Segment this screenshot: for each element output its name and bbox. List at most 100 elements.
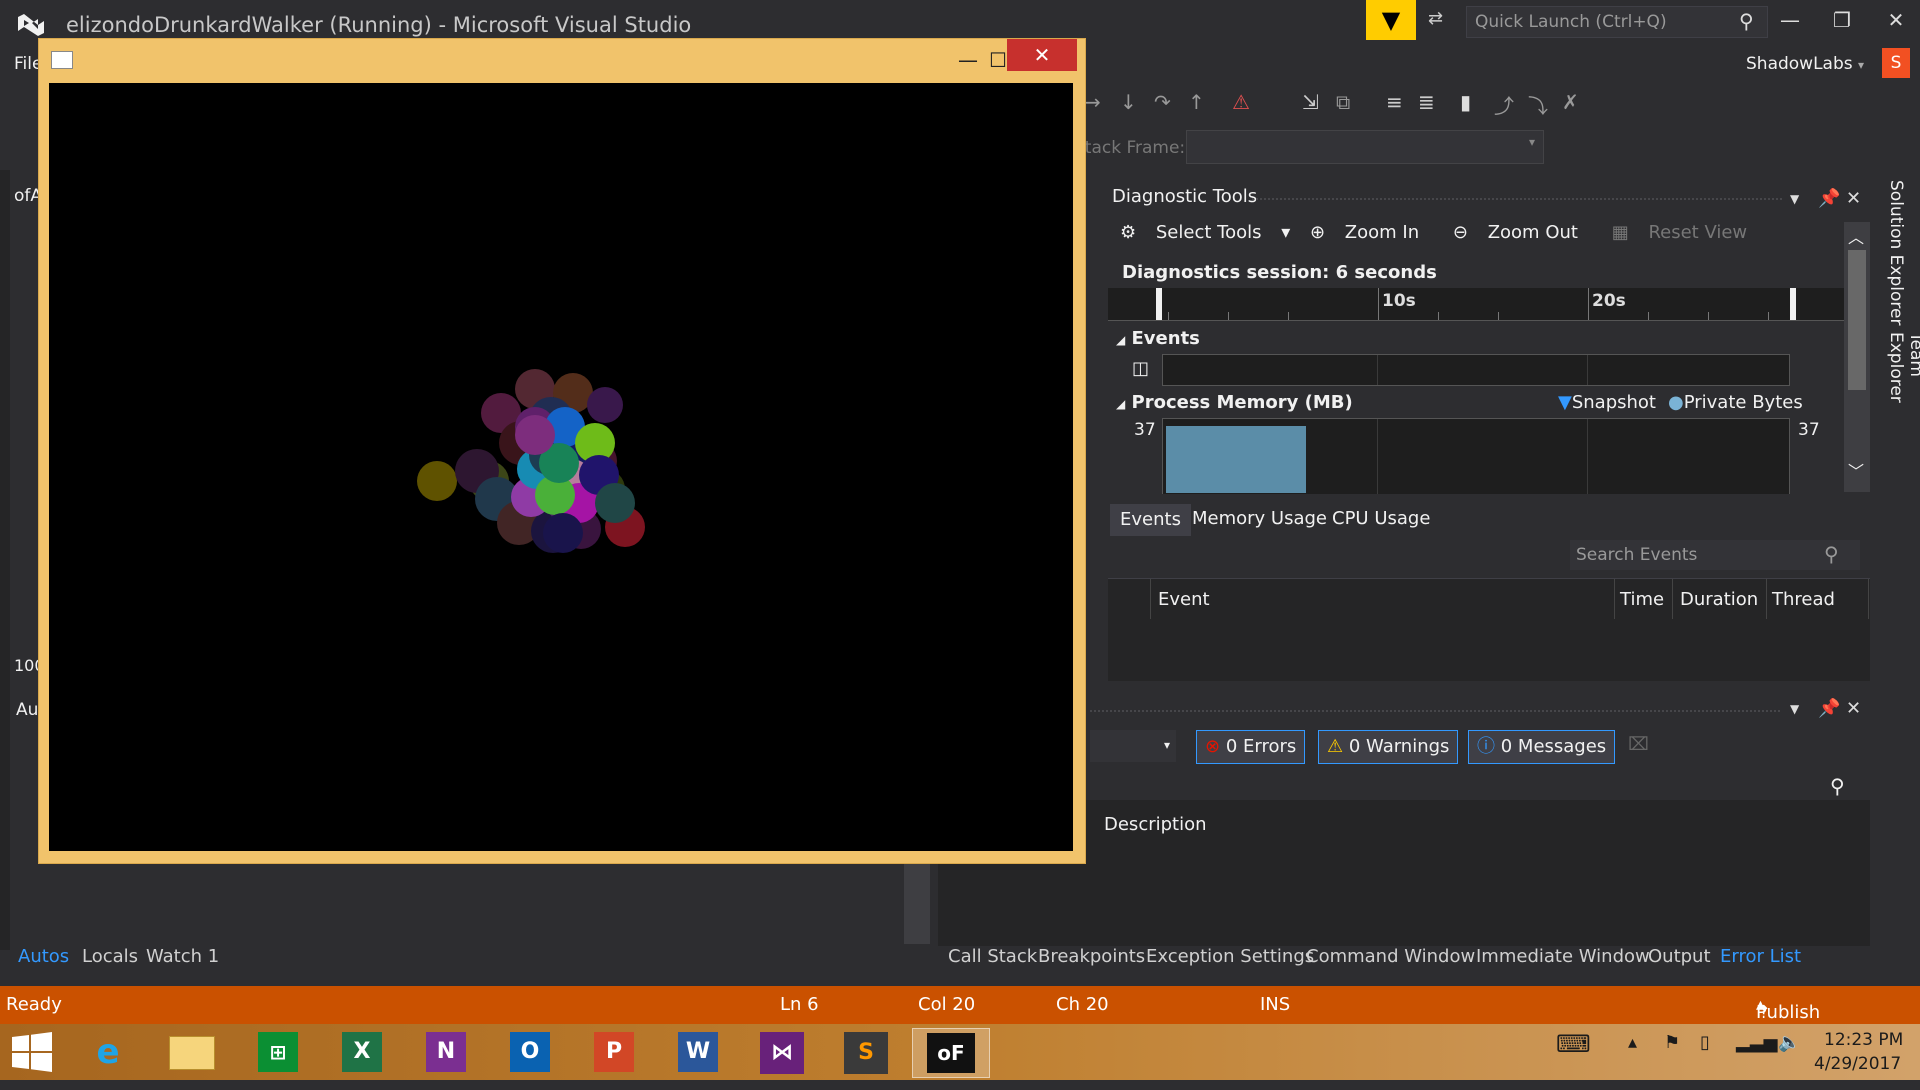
errors-filter-button[interactable]: ⊗ 0 Errors: [1196, 730, 1306, 764]
scroll-up-icon[interactable]: ︿: [1848, 224, 1864, 248]
select-tools-button[interactable]: ⚙ Select Tools ▾: [1120, 222, 1290, 243]
right-bottom-tabs: Call Stack Breakpoints Exception Setting…: [948, 946, 1848, 980]
show-thread-icon[interactable]: ⇲: [1302, 90, 1319, 114]
visual-studio-taskbar-icon[interactable]: ⋈: [750, 1028, 814, 1076]
events-track[interactable]: [1162, 354, 1790, 386]
autos-scrollbar[interactable]: [904, 862, 930, 944]
tab-immediate-window[interactable]: Immediate Window: [1476, 946, 1650, 967]
timeline-ruler[interactable]: 10s 20s: [1108, 288, 1844, 321]
power-icon[interactable]: ▯: [1700, 1032, 1710, 1053]
outdent-icon[interactable]: ≣: [1418, 90, 1435, 114]
step-into-icon[interactable]: ↓: [1120, 90, 1137, 114]
store-icon[interactable]: ⊞: [246, 1028, 310, 1076]
panel-dropdown-icon[interactable]: ▼: [1790, 702, 1799, 716]
column-time[interactable]: Time: [1620, 589, 1664, 610]
tab-watch-1[interactable]: Watch 1: [146, 946, 219, 967]
tab-locals[interactable]: Locals: [82, 946, 138, 967]
bookmark-icon[interactable]: ▮: [1460, 90, 1471, 114]
tab-memory-usage[interactable]: Memory Usage: [1192, 508, 1327, 529]
search-icon[interactable]: ⚲: [1830, 774, 1845, 798]
outlook-icon[interactable]: O: [498, 1028, 562, 1076]
pin-icon[interactable]: 📌: [1818, 698, 1840, 719]
diagnostic-scrollbar[interactable]: ︿ ﹀: [1844, 222, 1870, 492]
feedback-filter-icon[interactable]: ▼: [1366, 0, 1416, 40]
column-duration[interactable]: Duration: [1680, 589, 1758, 610]
messages-filter-button[interactable]: ⓘ 0 Messages: [1468, 730, 1616, 764]
quick-launch-input[interactable]: Quick Launch (Ctrl+Q) ⚲: [1466, 6, 1768, 38]
zoom-out-button[interactable]: ⊖ Zoom Out: [1453, 222, 1592, 243]
panel-close-icon[interactable]: ✕: [1846, 698, 1861, 719]
clear-filter-icon[interactable]: ⌧: [1628, 734, 1649, 755]
tab-output[interactable]: Output: [1648, 946, 1711, 967]
zoom-in-button[interactable]: ⊕ Zoom In: [1310, 222, 1433, 243]
column-event[interactable]: Event: [1158, 589, 1210, 610]
tab-team-explorer[interactable]: Team Explorer: [1886, 332, 1920, 450]
close-button[interactable]: ✕: [1876, 8, 1916, 34]
excel-icon[interactable]: X: [330, 1028, 394, 1076]
keyboard-icon[interactable]: ⌨: [1556, 1030, 1591, 1058]
clear-bookmarks-icon[interactable]: ✗: [1562, 90, 1579, 114]
pin-icon[interactable]: 📌: [1818, 188, 1840, 209]
pause-icon[interactable]: ◫: [1132, 358, 1149, 379]
step-icon[interactable]: →: [1084, 90, 1101, 114]
network-icon[interactable]: ▂▃▅: [1736, 1032, 1778, 1053]
user-name[interactable]: ShadowLabs ▾: [1746, 54, 1864, 74]
panel-grip: [1090, 710, 1780, 712]
scope-dropdown[interactable]: ▾: [1090, 730, 1176, 762]
scroll-down-icon[interactable]: ﹀: [1848, 458, 1864, 482]
tab-call-stack[interactable]: Call Stack: [948, 946, 1037, 967]
powerpoint-icon[interactable]: P: [582, 1028, 646, 1076]
connect-icon[interactable]: ⇄: [1428, 8, 1454, 32]
app-window-icon[interactable]: [51, 51, 73, 69]
internet-explorer-icon[interactable]: e: [76, 1028, 140, 1076]
reset-view-button[interactable]: ▦ Reset View: [1612, 222, 1761, 243]
exception-icon[interactable]: ⚠: [1232, 90, 1250, 114]
file-explorer-icon[interactable]: [160, 1028, 224, 1076]
timeline-end-handle[interactable]: [1790, 288, 1796, 320]
avatar[interactable]: S: [1882, 48, 1910, 78]
scroll-thumb[interactable]: [1848, 250, 1866, 390]
memory-section-header[interactable]: ◢ Process Memory (MB): [1116, 392, 1353, 413]
app-close-button[interactable]: ✕: [1007, 39, 1077, 71]
events-section-header[interactable]: ◢ Events: [1116, 328, 1200, 349]
stack-icon[interactable]: ⧉: [1336, 90, 1350, 114]
next-bookmark-icon[interactable]: ⤵: [1528, 90, 1548, 119]
memory-axis-right: 37: [1798, 420, 1820, 440]
tab-cpu-usage[interactable]: CPU Usage: [1332, 508, 1430, 529]
panel-close-icon[interactable]: ✕: [1846, 188, 1861, 209]
tab-solution-explorer[interactable]: Solution Explorer: [1886, 180, 1906, 325]
app-window-titlebar[interactable]: — ☐ ✕: [39, 39, 1085, 83]
minimize-button[interactable]: —: [1770, 8, 1810, 34]
tab-command-window[interactable]: Command Window: [1306, 946, 1475, 967]
tab-exception-settings[interactable]: Exception Settings: [1146, 946, 1314, 967]
windows-start-icon[interactable]: [0, 1028, 64, 1076]
clock-date[interactable]: 4/29/2017: [1814, 1054, 1901, 1074]
tab-events[interactable]: Events: [1110, 504, 1191, 536]
onenote-icon[interactable]: N: [414, 1028, 478, 1076]
action-center-icon[interactable]: ⚑: [1664, 1032, 1680, 1053]
clock-time[interactable]: 12:23 PM: [1824, 1030, 1903, 1050]
openframeworks-app-icon[interactable]: oF: [912, 1028, 990, 1078]
prev-bookmark-icon[interactable]: ⤴: [1494, 90, 1514, 119]
volume-icon[interactable]: 🔈: [1778, 1032, 1800, 1053]
stack-frame-dropdown[interactable]: ▾: [1186, 130, 1544, 164]
sublime-text-icon[interactable]: S: [834, 1028, 898, 1076]
search-events-input[interactable]: Search Events ⚲: [1570, 540, 1860, 570]
tab-breakpoints[interactable]: Breakpoints: [1038, 946, 1145, 967]
column-description[interactable]: Description: [1104, 814, 1207, 835]
indent-icon[interactable]: ≡: [1386, 90, 1403, 114]
tab-error-list[interactable]: Error List: [1720, 946, 1801, 967]
publish-button[interactable]: ⇡ Publish ▴: [1756, 994, 1820, 1023]
step-over-icon[interactable]: ↷: [1154, 90, 1171, 114]
word-icon[interactable]: W: [666, 1028, 730, 1076]
app-canvas[interactable]: [49, 83, 1073, 851]
column-thread[interactable]: Thread: [1772, 589, 1835, 610]
tab-autos[interactable]: Autos: [18, 946, 69, 967]
window-title: elizondoDrunkardWalker (Running) - Micro…: [66, 13, 692, 37]
panel-dropdown-icon[interactable]: ▼: [1790, 192, 1799, 206]
step-out-icon[interactable]: ↑: [1188, 90, 1205, 114]
warnings-filter-button[interactable]: ⚠ 0 Warnings: [1318, 730, 1459, 764]
timeline-start-handle[interactable]: [1156, 288, 1162, 320]
show-hidden-icons[interactable]: ▴: [1628, 1032, 1637, 1053]
restore-button[interactable]: ❐: [1822, 8, 1862, 34]
